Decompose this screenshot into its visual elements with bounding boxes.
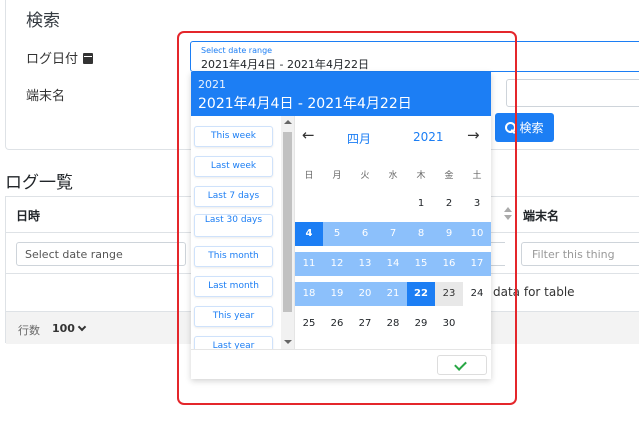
calendar-day[interactable]: 12: [323, 252, 351, 276]
weekday-row: 日月火水木金土: [295, 168, 491, 182]
calendar-day[interactable]: 10: [463, 222, 491, 246]
weekday-label: 火: [360, 171, 370, 181]
calendar-day[interactable]: 26: [323, 312, 351, 336]
picker-header-year: 2021: [198, 78, 226, 91]
rows-per-page-value: 100: [52, 322, 75, 335]
calendar-day[interactable]: 20: [351, 282, 379, 306]
search-title: 検索: [26, 11, 60, 31]
calendar-day[interactable]: 9: [435, 222, 463, 246]
device-name-label: 端末名: [26, 89, 66, 104]
calendar-day[interactable]: 15: [407, 252, 435, 276]
preset-list: This week Last week Last 7 days Last 30 …: [191, 116, 295, 349]
calendar-day[interactable]: 24: [463, 282, 491, 306]
search-icon: [505, 122, 517, 133]
picker-header-range: 2021年4月4日 - 2021年4月22日: [198, 96, 412, 112]
calendar-day[interactable]: 13: [351, 252, 379, 276]
preset-last-7-days[interactable]: Last 7 days: [194, 186, 273, 207]
calendar-day[interactable]: 5: [323, 222, 351, 246]
chevron-down-icon: [77, 322, 87, 332]
preset-last-week[interactable]: Last week: [194, 156, 273, 177]
weekday-label: 土: [472, 171, 482, 181]
calendar: ← 四月 2021 → 日月火水木金土 1 2 3 4 5 6 7 8 9 10 11 12 13 14 1…: [295, 116, 491, 349]
preset-this-week[interactable]: This week: [194, 126, 273, 147]
picker-footer: [191, 349, 491, 379]
date-range-value: 2021年4月4日 - 2021年4月22日: [201, 58, 369, 71]
weekday-label: 水: [388, 171, 398, 181]
calendar-day[interactable]: 27: [351, 312, 379, 336]
calendar-icon: [83, 53, 94, 64]
calendar-nav: ← 四月 2021 →: [295, 126, 491, 150]
log-date-label: ログ日付: [26, 48, 94, 67]
calendar-day[interactable]: 8: [407, 222, 435, 246]
picker-header: 2021 2021年4月4日 - 2021年4月22日: [191, 72, 491, 116]
preset-last-30-days[interactable]: Last 30 days: [194, 214, 273, 237]
date-range-picker: 2021 2021年4月4日 - 2021年4月22日 This week La…: [191, 72, 491, 379]
calendar-day[interactable]: 22: [407, 282, 435, 306]
month-select[interactable]: 四月: [347, 130, 371, 147]
preset-this-month[interactable]: This month: [194, 246, 273, 267]
sort-icon[interactable]: [504, 206, 512, 224]
scroll-thumb[interactable]: [283, 132, 292, 312]
calendar-day[interactable]: 3: [463, 192, 491, 216]
column-header-device[interactable]: 端末名: [523, 207, 559, 224]
calendar-day[interactable]: 17: [463, 252, 491, 276]
rows-per-page-select[interactable]: 100: [52, 322, 87, 335]
calendar-day[interactable]: 1: [407, 192, 435, 216]
calendar-day[interactable]: 18: [295, 282, 323, 306]
column-header-datetime[interactable]: 日時: [16, 207, 40, 224]
previous-month-icon[interactable]: ←: [302, 126, 315, 144]
date-filter-input[interactable]: Select date range: [16, 242, 186, 266]
no-data-text: data for table: [493, 285, 575, 299]
calendar-day[interactable]: 29: [407, 312, 435, 336]
calendar-day[interactable]: 14: [379, 252, 407, 276]
search-button-label: 検索: [519, 121, 544, 135]
calendar-day[interactable]: 28: [379, 312, 407, 336]
calendar-day[interactable]: 30: [435, 312, 463, 336]
weekday-label: 木: [416, 171, 426, 181]
log-list-title: ログ一覧: [5, 173, 73, 193]
calendar-day[interactable]: 6: [351, 222, 379, 246]
calendar-day[interactable]: 11: [295, 252, 323, 276]
calendar-day[interactable]: 4: [295, 222, 323, 246]
log-date-label-text: ログ日付: [26, 52, 79, 67]
confirm-button[interactable]: [437, 355, 487, 375]
scroll-up-icon[interactable]: [284, 120, 292, 124]
device-name-input[interactable]: [506, 79, 639, 107]
calendar-day[interactable]: 19: [323, 282, 351, 306]
calendar-day[interactable]: 16: [435, 252, 463, 276]
preset-last-month[interactable]: Last month: [194, 276, 273, 297]
check-icon: [454, 358, 467, 371]
preset-last-year[interactable]: Last year: [194, 336, 273, 349]
search-button[interactable]: 検索: [495, 113, 554, 142]
preset-this-year[interactable]: This year: [194, 306, 273, 327]
scroll-down-icon[interactable]: [284, 340, 292, 344]
date-range-floating-label: Select date range: [201, 46, 273, 55]
calendar-day[interactable]: 2: [435, 192, 463, 216]
weekday-label: 金: [444, 171, 454, 181]
year-select[interactable]: 2021: [413, 130, 444, 144]
calendar-day[interactable]: 23: [435, 282, 463, 306]
calendar-day[interactable]: 25: [295, 312, 323, 336]
weekday-label: 月: [332, 171, 342, 181]
next-month-icon[interactable]: →: [467, 126, 480, 144]
device-filter-input[interactable]: Filter this thing: [521, 242, 639, 266]
calendar-day[interactable]: 21: [379, 282, 407, 306]
weekday-label: 日: [304, 171, 314, 181]
date-range-input[interactable]: Select date range 2021年4月4日 - 2021年4月22日: [190, 41, 639, 72]
preset-scrollbar[interactable]: [281, 116, 294, 349]
calendar-day[interactable]: 7: [379, 222, 407, 246]
rows-per-page-label: 行数: [18, 324, 40, 337]
